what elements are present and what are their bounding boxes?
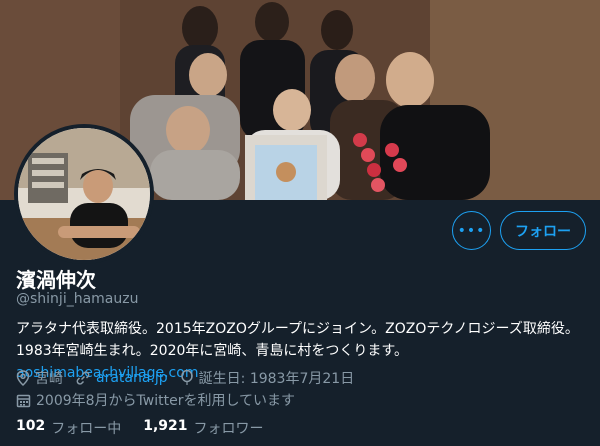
- following-count: 102: [16, 418, 46, 434]
- profile-display-name: 濱渦伸次: [16, 268, 96, 292]
- followers-stat[interactable]: 1,921 フォロワー: [143, 418, 263, 438]
- location-pin-icon: [16, 370, 30, 386]
- location-item: 宮崎: [16, 368, 63, 388]
- profile-meta-row-2: 2009年8月からTwitterを利用しています: [16, 390, 307, 410]
- profile-handle: @shinji_hamauzu: [16, 291, 139, 307]
- following-stat[interactable]: 102 フォロー中: [16, 418, 121, 438]
- followers-label: フォロワー: [193, 421, 264, 437]
- profile-meta-row-1: 宮崎 aratana.jp 誕生日: 1983年7月21日: [16, 368, 366, 388]
- birthday-item: 誕生日: 1983年7月21日: [180, 368, 355, 388]
- website-link[interactable]: aratana.jp: [96, 370, 168, 386]
- bio-line-2-text: 1983年宮崎生まれ。2020年に宮崎、青島に村をつくります。: [16, 343, 408, 359]
- calendar-icon: [16, 394, 31, 407]
- bio-line-1: アラタナ代表取締役。2015年ZOZOグループにジョイン。ZOZOテクノロジーズ…: [16, 321, 579, 337]
- profile-stats: 102 フォロー中 1,921 フォロワー: [16, 418, 286, 438]
- joined-text: 2009年8月からTwitterを利用しています: [36, 393, 296, 409]
- more-options-icon: •••: [457, 222, 486, 239]
- more-options-button[interactable]: •••: [452, 211, 491, 250]
- balloon-icon: [180, 370, 193, 385]
- following-label: フォロー中: [51, 421, 122, 437]
- profile-avatar[interactable]: [14, 124, 154, 264]
- website-item: aratana.jp: [75, 370, 168, 386]
- location-text: 宮崎: [35, 371, 63, 387]
- birthday-text: 誕生日: 1983年7月21日: [198, 371, 355, 387]
- followers-count: 1,921: [143, 418, 188, 434]
- follow-button[interactable]: フォロー: [500, 211, 586, 250]
- joined-item: 2009年8月からTwitterを利用しています: [16, 390, 295, 410]
- link-icon: [76, 371, 90, 385]
